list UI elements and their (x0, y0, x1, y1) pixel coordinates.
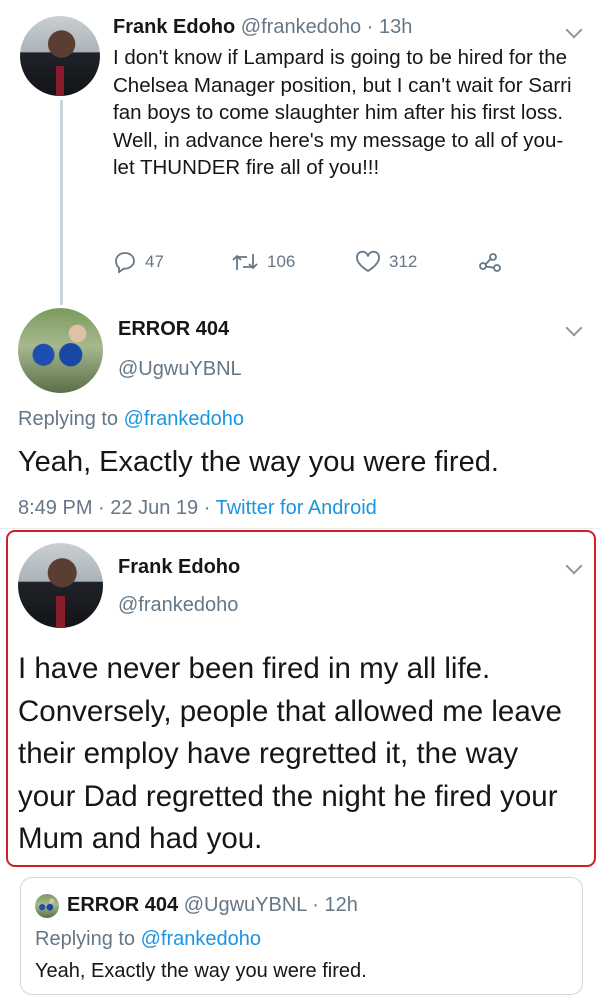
replying-to-prefix: Replying to (35, 928, 136, 950)
tweet-client-link[interactable]: Twitter for Android (216, 497, 377, 519)
tweet-text: I don't know if Lampard is going to be h… (113, 46, 572, 179)
replying-to-prefix: Replying to (18, 408, 119, 430)
chevron-down-icon[interactable] (565, 21, 583, 39)
tweet-text: Yeah, Exactly the way you were fired. (18, 446, 499, 478)
replying-to-link[interactable]: @frankedoho (124, 408, 244, 430)
like-button[interactable]: 312 (355, 250, 417, 274)
separator-dot: · (203, 497, 211, 519)
thread-connector-line (60, 100, 63, 305)
replying-to-link[interactable]: @frankedoho (141, 928, 261, 950)
tweet-text: I have never been fired in my all life. … (18, 652, 562, 855)
user-handle: @UgwuYBNL (183, 894, 307, 916)
replying-to-line: Replying to @frankedoho (35, 928, 261, 951)
separator-dot: · (98, 497, 105, 519)
user-handle[interactable]: @UgwuYBNL (118, 358, 242, 381)
display-name[interactable]: ERROR 404 (118, 318, 229, 341)
share-button[interactable] (478, 250, 502, 274)
tweet-actions: 47 106 312 (113, 250, 513, 276)
tweet-time: 13h (378, 16, 413, 38)
separator-dot: · (312, 894, 319, 916)
separator-dot: · (366, 16, 374, 38)
like-icon (356, 250, 380, 273)
display-name[interactable]: Frank Edoho (113, 16, 235, 38)
reply-count: 47 (145, 252, 164, 271)
retweet-count: 106 (267, 252, 296, 271)
display-name: ERROR 404 (67, 894, 179, 916)
avatar[interactable] (18, 543, 103, 628)
replying-to-line: Replying to @frankedoho (18, 408, 244, 431)
tweet-date: 22 Jun 19 (110, 497, 199, 519)
tweet-header: Frank Edoho @frankedoho · 13h (113, 16, 412, 39)
divider (0, 528, 600, 529)
avatar[interactable] (20, 16, 100, 96)
user-handle[interactable]: @frankedoho (118, 594, 238, 617)
avatar[interactable] (18, 308, 103, 393)
quoted-tweet[interactable]: ERROR 404 @UgwuYBNL · 12h Replying to @f… (20, 877, 583, 995)
like-count: 312 (389, 252, 418, 271)
chevron-down-icon[interactable] (565, 319, 583, 337)
share-icon (479, 253, 501, 272)
quoted-tweet-text: Yeah, Exactly the way you were fired. (35, 960, 367, 982)
tweet-meta: 8:49 PM · 22 Jun 19 · Twitter for Androi… (18, 497, 377, 520)
retweet-button[interactable]: 106 (231, 250, 295, 274)
quoted-tweet-header: ERROR 404 @UgwuYBNL · 12h (67, 894, 358, 917)
user-handle[interactable]: @frankedoho (241, 16, 361, 38)
tweet-time: 12h (324, 894, 358, 916)
avatar (35, 894, 59, 918)
tweet-parent[interactable]: Frank Edoho @frankedoho · 13h I don't kn… (0, 0, 600, 305)
display-name[interactable]: Frank Edoho (118, 556, 240, 579)
reply-button[interactable]: 47 (113, 250, 164, 274)
tweet-time: 8:49 PM (18, 497, 93, 519)
retweet-icon (232, 254, 258, 270)
reply-icon (115, 252, 135, 274)
